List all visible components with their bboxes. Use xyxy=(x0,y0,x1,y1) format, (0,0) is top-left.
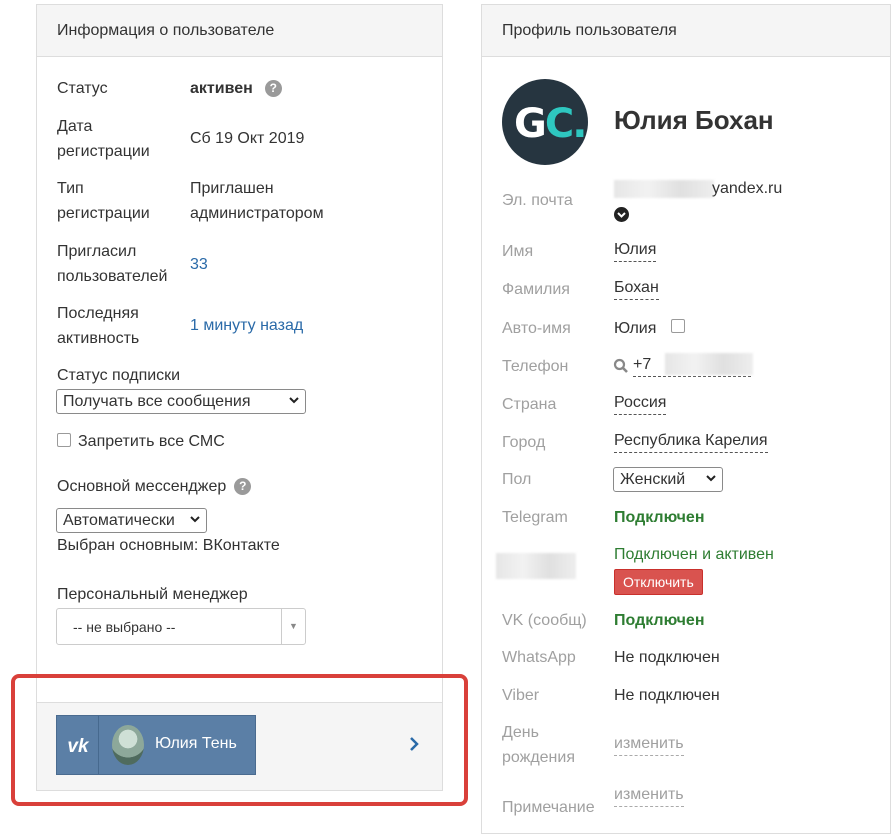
block-sms-label: Запретить все СМС xyxy=(78,433,225,450)
subscription-selected: Получать все сообщения xyxy=(63,393,251,410)
vk-label: VK (сообщ) xyxy=(502,612,587,629)
user-profile-panel: Профиль пользователя GC. Юлия Бохан Эл. … xyxy=(481,4,891,834)
phone-label: Телефон xyxy=(502,358,569,375)
block-sms-checkbox[interactable] xyxy=(57,433,71,447)
birthday-label-1: День xyxy=(502,724,539,741)
user-info-footer: vk Юлия Тень xyxy=(37,702,442,790)
svg-text:vk: vk xyxy=(67,736,90,757)
vk-account-card[interactable]: vk Юлия Тень xyxy=(56,715,256,775)
status-label: Статус xyxy=(57,80,108,97)
invited-label-2: пользователей xyxy=(57,268,168,285)
reg-type-label-1: Тип xyxy=(57,180,84,197)
country-value[interactable]: Россия xyxy=(614,392,667,415)
vk-avatar xyxy=(112,725,144,765)
phone-redacted xyxy=(665,353,753,375)
status-row: Статус активен? xyxy=(57,76,427,101)
gender-selected: Женский xyxy=(620,471,686,488)
first-name-value[interactable]: Юлия xyxy=(614,239,657,262)
subscription-label-row: Статус подписки xyxy=(57,363,427,388)
subscription-select[interactable]: Получать все сообщения xyxy=(56,389,306,414)
viber-label: Viber xyxy=(502,687,540,704)
reg-date-value: Сб 19 Окт 2019 xyxy=(190,130,305,147)
chevron-circle-down-icon[interactable] xyxy=(614,207,629,222)
gender-label: Пол xyxy=(502,471,532,488)
last-activity-label-2: активность xyxy=(57,330,140,347)
reg-type-row: Тип регистрации Приглашен администраторо… xyxy=(57,176,427,226)
last-activity-row: Последняя активность 1 минуту назад xyxy=(57,301,427,351)
reg-date-label-1: Дата xyxy=(57,118,93,135)
note-edit-link[interactable]: изменить xyxy=(614,784,684,807)
last-name-label: Фамилия xyxy=(502,281,570,298)
birthday-label-2: рождения xyxy=(502,749,575,766)
email-value: yandex.ru xyxy=(712,180,783,197)
invited-label-1: Пригласил xyxy=(57,243,137,260)
reg-date-label-2: регистрации xyxy=(57,143,150,160)
avatar: GC. xyxy=(502,79,588,165)
chevron-right-icon[interactable] xyxy=(408,736,420,752)
chevron-down-icon xyxy=(289,397,299,404)
vk-logo-icon: vk xyxy=(57,716,99,774)
status-help-icon[interactable]: ? xyxy=(264,80,282,97)
messenger-label: Основной мессенджер xyxy=(57,478,227,495)
messenger-label-row: Основной мессенджер? xyxy=(57,474,427,499)
avatar-letter-g: G xyxy=(514,101,547,147)
chevron-down-icon xyxy=(190,516,200,523)
whatsapp-status: Не подключен xyxy=(614,649,720,666)
status-value: активен xyxy=(190,80,253,97)
status-value-wrap: активен? xyxy=(190,76,282,101)
telegram-label: Telegram xyxy=(502,509,568,526)
avatar-letter-c: C xyxy=(544,101,574,147)
hidden-channel-label-redacted xyxy=(496,553,576,579)
user-profile-title: Профиль пользователя xyxy=(482,5,890,57)
messenger-label-wrap: Основной мессенджер? xyxy=(57,474,252,499)
caret-down-icon: ▼ xyxy=(281,609,305,644)
subscription-label: Статус подписки xyxy=(57,367,181,384)
messenger-select[interactable]: Автоматически xyxy=(56,508,207,533)
messenger-note: Выбран основным: ВКонтакте xyxy=(57,537,280,554)
gender-select[interactable]: Женский xyxy=(613,467,723,492)
vk-account-name: Юлия Тень xyxy=(155,735,237,752)
invited-count-link[interactable]: 33 xyxy=(190,252,208,277)
country-label: Страна xyxy=(502,396,557,413)
auto-name-checkbox[interactable] xyxy=(671,319,685,333)
reg-type-value-1: Приглашен xyxy=(190,180,274,197)
viber-status: Не подключен xyxy=(614,687,720,704)
profile-name: Юлия Бохан xyxy=(614,105,774,135)
last-name-value[interactable]: Бохан xyxy=(614,277,659,300)
hidden-channel-status: Подключен и активен xyxy=(614,546,774,563)
manager-select[interactable]: -- не выбрано -- ▼ xyxy=(56,608,306,645)
manager-label: Персональный менеджер xyxy=(57,586,248,603)
disconnect-button[interactable]: Отключить xyxy=(614,569,703,595)
reg-date-row: Дата регистрации Сб 19 Окт 2019 xyxy=(57,114,427,164)
user-info-title: Информация о пользователе xyxy=(37,5,442,57)
email-label: Эл. почта xyxy=(502,192,573,209)
birthday-edit-link[interactable]: изменить xyxy=(614,733,684,756)
invited-row: Пригласил пользователей 33 xyxy=(57,239,427,289)
whatsapp-label: WhatsApp xyxy=(502,649,576,666)
last-activity-link[interactable]: 1 минуту назад xyxy=(190,313,303,338)
reg-type-value-2: администратором xyxy=(190,205,324,222)
messenger-selected: Автоматически xyxy=(63,512,175,529)
telegram-status: Подключен xyxy=(614,509,705,526)
avatar-dot: . xyxy=(572,101,587,147)
note-label: Примечание xyxy=(502,799,595,816)
last-activity-label-1: Последняя xyxy=(57,305,139,322)
manager-placeholder: -- не выбрано -- xyxy=(73,619,176,635)
chevron-down-icon xyxy=(706,475,716,482)
auto-name-value: Юлия xyxy=(614,320,657,337)
vk-status: Подключен xyxy=(614,612,705,629)
messenger-help-icon[interactable]: ? xyxy=(234,478,252,495)
email-redacted xyxy=(614,180,714,198)
city-value[interactable]: Республика Карелия xyxy=(614,430,768,453)
user-info-panel: Информация о пользователе Статус активен… xyxy=(36,4,443,791)
auto-name-label: Авто-имя xyxy=(502,320,571,337)
reg-type-label-2: регистрации xyxy=(57,205,150,222)
first-name-label: Имя xyxy=(502,243,534,260)
city-label: Город xyxy=(502,434,546,451)
search-icon[interactable] xyxy=(613,358,629,374)
